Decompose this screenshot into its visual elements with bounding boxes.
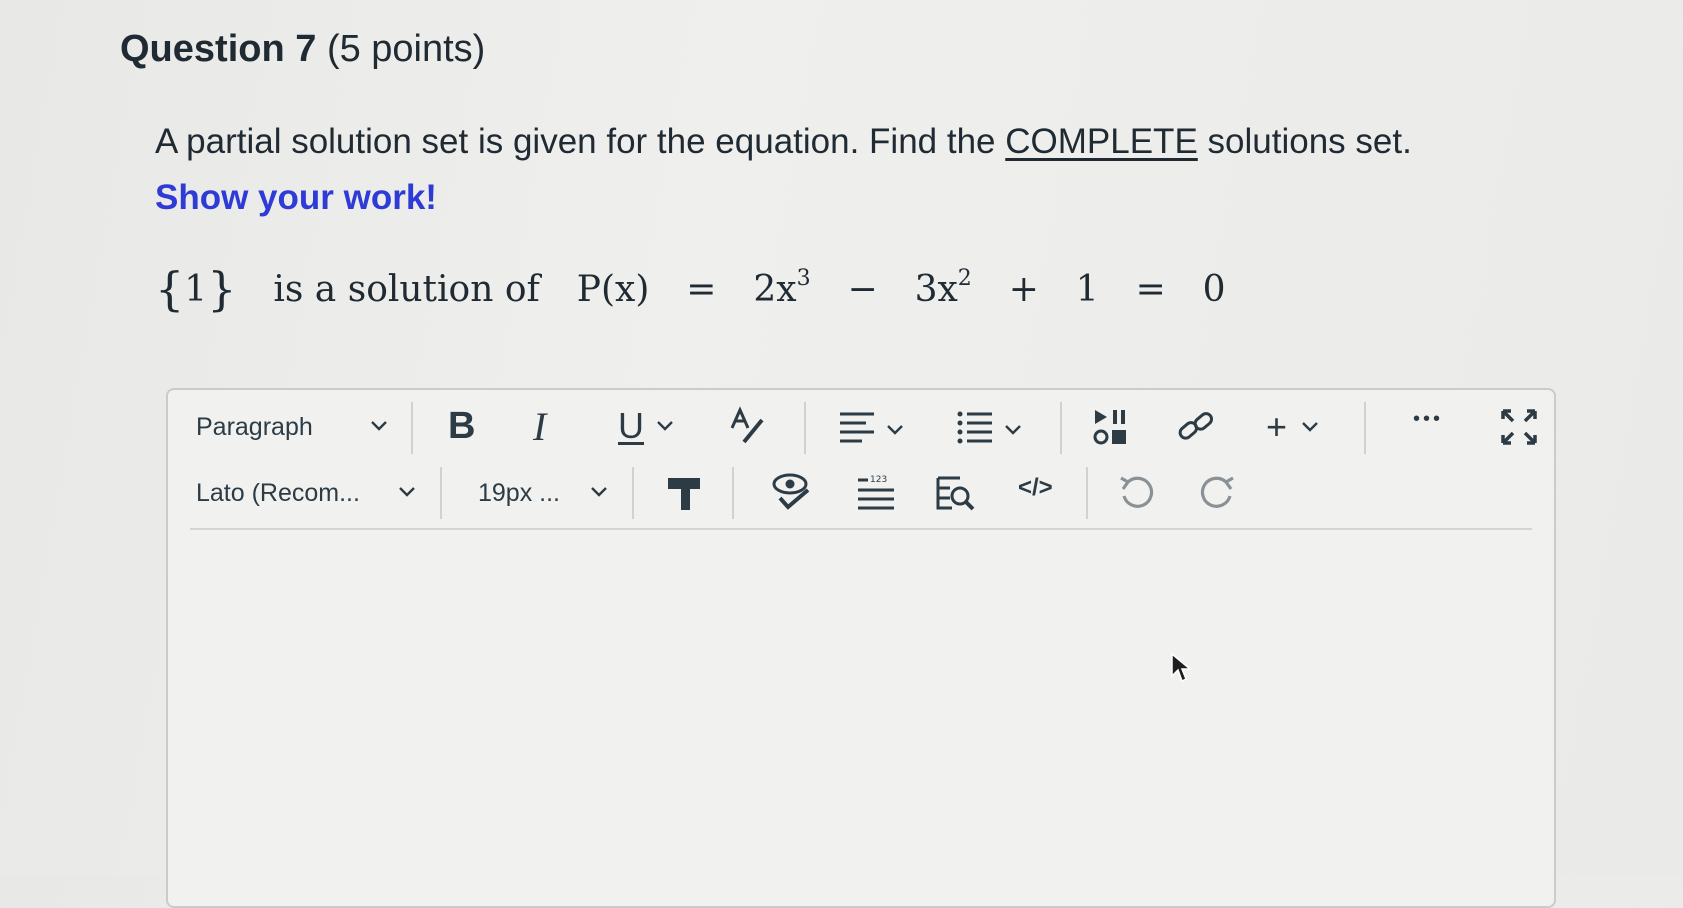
html-editor-button[interactable]: </>: [1018, 474, 1053, 502]
media-icon: [1093, 408, 1131, 451]
prompt-underlined: COMPLETE: [1005, 122, 1198, 161]
toolbar-separator: [732, 467, 734, 519]
chevron-down-icon: [398, 486, 416, 498]
text-color-icon: [728, 406, 768, 451]
find-replace-button[interactable]: [936, 474, 976, 517]
toolbar-separator: [1060, 402, 1062, 454]
find-icon: [936, 474, 976, 517]
link-icon: [1176, 408, 1216, 451]
math-brace-close: }: [207, 262, 237, 316]
toolbar-separator: [804, 402, 806, 454]
more-icon: •••: [1413, 408, 1444, 430]
redo-button[interactable]: [1198, 474, 1236, 517]
toolbar-separator: [1086, 467, 1088, 519]
question-number: Question 7: [120, 28, 317, 70]
font-family-dropdown[interactable]: Lato (Recom...: [196, 474, 416, 512]
italic-icon: I: [533, 403, 547, 449]
toolbar-separator: [411, 402, 413, 454]
expand-icon: [1500, 408, 1538, 451]
chevron-down-icon: [590, 486, 608, 498]
bulleted-list-icon: [956, 410, 994, 449]
chevron-down-icon: [1004, 424, 1022, 436]
fullscreen-button[interactable]: [1500, 408, 1538, 451]
math-constant: 1: [1075, 269, 1099, 310]
toolbar-divider: [190, 528, 1532, 530]
plus-icon: +: [1266, 406, 1288, 447]
word-count-icon: 123: [856, 474, 896, 515]
paint-roller-icon: [666, 474, 704, 517]
bold-button[interactable]: B: [448, 404, 475, 448]
italic-button[interactable]: I: [533, 403, 547, 449]
font-size-dropdown[interactable]: 19px ...: [478, 474, 608, 512]
math-minus: −: [847, 269, 878, 310]
chevron-down-icon: [886, 424, 904, 436]
undo-button[interactable]: [1118, 474, 1156, 517]
math-plus: +: [1008, 269, 1039, 310]
math-term2: 3x: [914, 269, 958, 310]
prompt-text-1: A partial solution set is given for the …: [155, 122, 1006, 161]
insert-dropdown[interactable]: +: [1266, 406, 1319, 448]
math-term2-exponent: 2: [957, 266, 972, 291]
more-options-button[interactable]: •••: [1413, 408, 1443, 431]
rich-text-editor: Paragraph B I U + ••• Lato (Recom... 19p…: [166, 388, 1556, 908]
undo-icon: [1118, 474, 1156, 517]
font-size-label: 19px ...: [478, 478, 560, 507]
prompt-emphasis: Show your work!: [155, 178, 437, 217]
math-lhs: P(x): [576, 269, 650, 310]
question-prompt: A partial solution set is given for the …: [155, 122, 1412, 162]
math-words: is a solution of: [273, 269, 540, 310]
svg-text:123: 123: [870, 475, 887, 485]
block-format-dropdown[interactable]: Paragraph: [196, 408, 388, 446]
accessibility-check-icon: [772, 472, 812, 517]
code-icon: </>: [1018, 474, 1053, 501]
prompt-text-2: solutions set.: [1197, 122, 1412, 161]
format-painter-button[interactable]: [666, 474, 704, 517]
math-brace-open: {: [155, 262, 185, 316]
editor-content-area[interactable]: [170, 532, 1552, 906]
list-dropdown[interactable]: [956, 410, 1022, 449]
toolbar-separator: [1364, 402, 1366, 454]
accessibility-checker-button[interactable]: [772, 472, 812, 517]
media-button[interactable]: [1093, 408, 1131, 451]
word-count-button[interactable]: 123: [856, 474, 896, 515]
underline-icon: U: [618, 405, 644, 446]
link-button[interactable]: [1176, 408, 1216, 451]
mouse-pointer-icon: [1170, 652, 1193, 689]
bold-icon: B: [448, 404, 476, 447]
math-term1: 2x: [753, 269, 797, 310]
align-dropdown[interactable]: [838, 410, 904, 449]
align-left-icon: [838, 410, 876, 449]
chevron-down-icon: [1301, 421, 1319, 433]
redo-icon: [1198, 474, 1236, 517]
question-points: (5 points): [326, 28, 486, 70]
block-format-label: Paragraph: [196, 412, 313, 441]
font-family-label: Lato (Recom...: [196, 478, 360, 507]
toolbar-separator: [440, 467, 442, 519]
math-term1-exponent: 3: [796, 266, 811, 291]
question-title: Question 7 (5 points): [120, 28, 485, 71]
math-equation: {1} is a solution of P(x) = 2x3 − 3x2 + …: [155, 262, 1226, 316]
underline-dropdown[interactable]: U: [618, 404, 674, 448]
math-set-value: 1: [184, 269, 208, 310]
chevron-down-icon: [370, 420, 388, 432]
chevron-down-icon: [656, 420, 674, 432]
math-rhs: 0: [1202, 269, 1226, 310]
toolbar-separator: [632, 467, 634, 519]
math-equals-1: =: [686, 269, 717, 310]
text-color-button[interactable]: [728, 406, 768, 451]
math-equals-2: =: [1135, 269, 1166, 310]
